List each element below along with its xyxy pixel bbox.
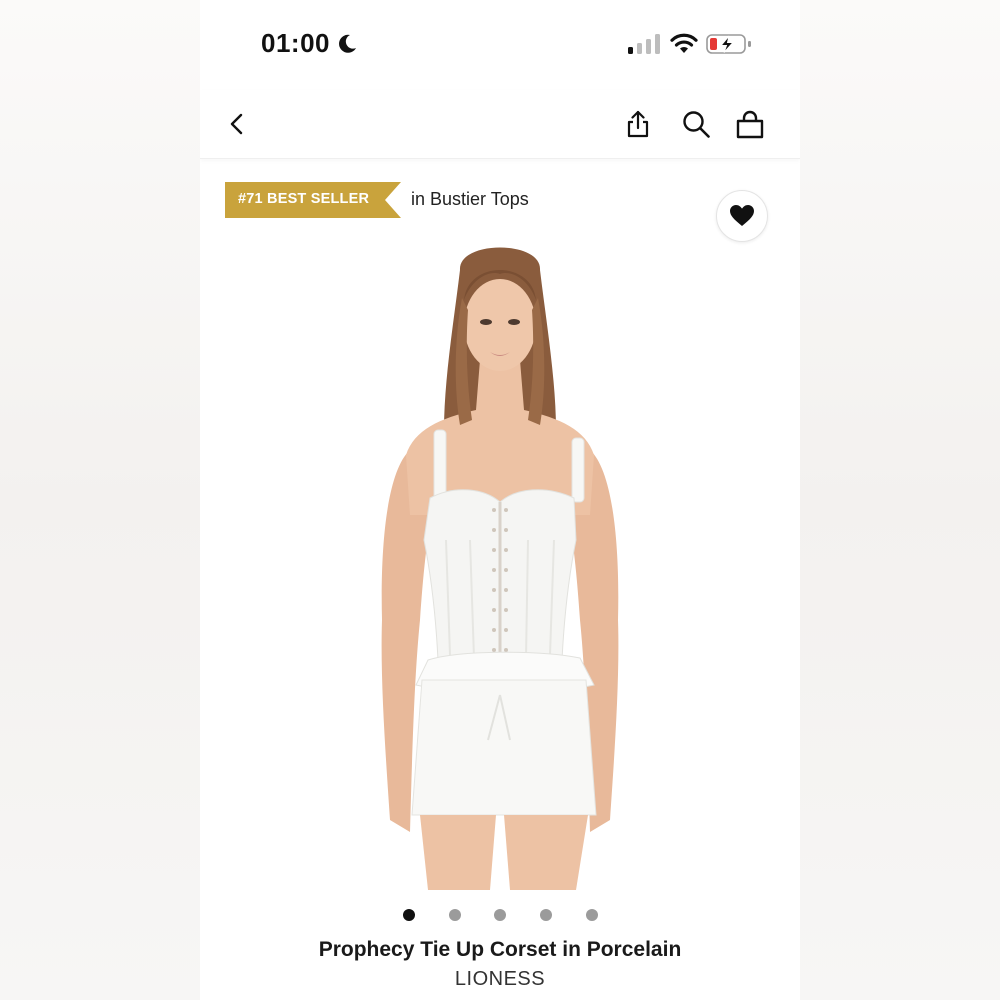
status-time: 01:00: [261, 28, 330, 58]
carousel-dot-3[interactable]: [494, 909, 506, 921]
image-carousel-dots: [200, 909, 800, 921]
chevron-left-icon[interactable]: [222, 108, 254, 140]
background-left: [0, 0, 200, 1000]
carousel-dot-4[interactable]: [540, 909, 552, 921]
wishlist-button[interactable]: [716, 190, 768, 242]
product-image[interactable]: [350, 240, 650, 890]
product-title: Prophecy Tie Up Corset in Porcelain: [318, 938, 682, 961]
best-seller-category[interactable]: in Bustier Tops: [411, 189, 529, 210]
status-bar: 01:00: [200, 0, 800, 90]
product-brand[interactable]: LIONESS: [200, 968, 800, 991]
search-icon[interactable]: [680, 108, 712, 140]
phone-screen: 01:00 #71 BEST SELLER in Bustier Tops Pr…: [200, 0, 800, 1000]
heart-icon: [730, 205, 754, 226]
share-icon[interactable]: [622, 108, 654, 140]
carousel-dot-2[interactable]: [449, 909, 461, 921]
battery-charging-icon: [706, 34, 751, 54]
carousel-dot-5[interactable]: [586, 909, 598, 921]
background-right: [800, 0, 1000, 1000]
best-seller-badge: #71 BEST SELLER: [225, 182, 401, 218]
moon-icon: [339, 34, 356, 53]
navigation-bar: [200, 90, 800, 159]
best-seller-label: #71 BEST SELLER: [238, 191, 370, 207]
wifi-icon: [670, 33, 698, 53]
carousel-dot-1[interactable]: [403, 909, 415, 921]
cellular-signal-icon: [628, 34, 660, 54]
shopping-bag-icon[interactable]: [734, 108, 766, 140]
